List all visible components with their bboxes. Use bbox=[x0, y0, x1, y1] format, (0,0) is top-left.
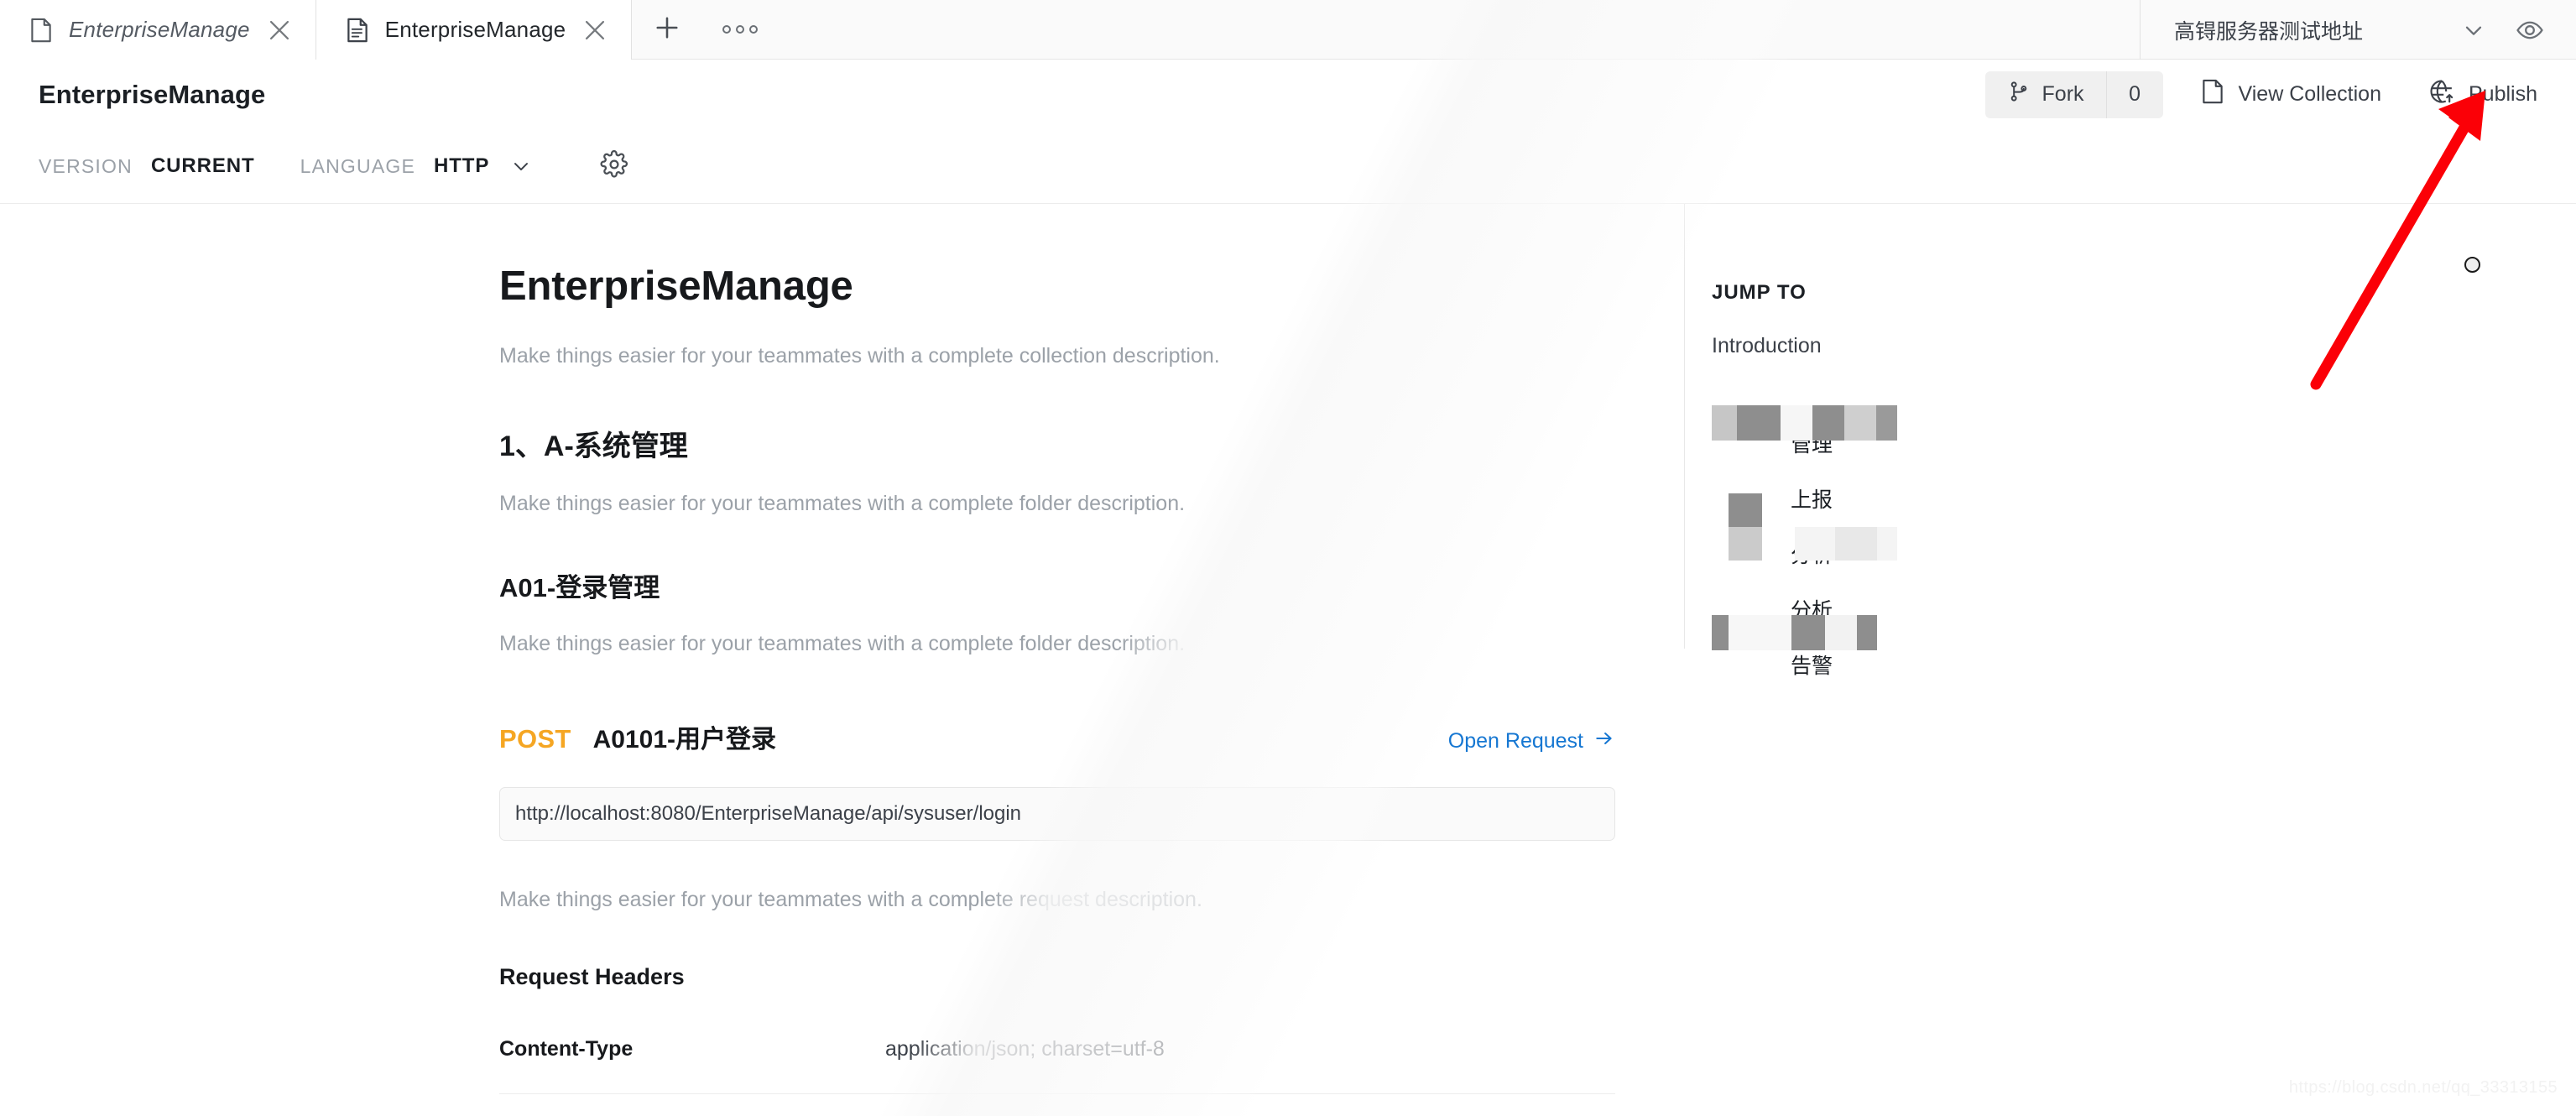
fork-count[interactable]: 0 bbox=[2106, 71, 2163, 118]
jump-to-item-1[interactable]: 管理 bbox=[1712, 416, 2299, 470]
chevron-down-icon[interactable] bbox=[2432, 17, 2516, 44]
jump-to-list: 管理 上报 分析 分析 告警 bbox=[1712, 351, 2299, 691]
arrow-right-icon bbox=[1593, 727, 1615, 755]
close-icon[interactable] bbox=[265, 16, 294, 44]
folder1-description: Make things easier for your teammates wi… bbox=[499, 492, 1615, 516]
watermark: https://blog.csdn.net/qq_33313155 bbox=[2289, 1078, 2558, 1098]
tab-enterprisemanage-active[interactable]: EnterpriseManage bbox=[316, 0, 633, 60]
sidebar-divider bbox=[1684, 204, 1685, 649]
language-value[interactable]: HTTP bbox=[434, 154, 489, 178]
request-method-badge: POST bbox=[499, 724, 571, 754]
view-collection-button[interactable]: View Collection bbox=[2200, 77, 2381, 112]
jump-to-item-label: 上报 bbox=[1791, 483, 1833, 514]
fork-icon bbox=[2007, 80, 2031, 109]
doc-title: EnterpriseManage bbox=[499, 263, 1615, 310]
more-tabs-button[interactable] bbox=[702, 0, 778, 59]
jump-to-title: JUMP TO bbox=[1712, 281, 2299, 305]
environment-selector[interactable]: 高锝服务器测试地址 bbox=[2140, 0, 2576, 60]
cursor-indicator bbox=[2464, 257, 2480, 273]
jump-to-item-2[interactable]: 上报 bbox=[1712, 472, 2299, 525]
request-url-field[interactable]: http://localhost:8080/EnterpriseManage/a… bbox=[499, 787, 1615, 841]
tab-label: EnterpriseManage bbox=[385, 17, 566, 43]
fork-label: Fork bbox=[2042, 82, 2084, 107]
jump-to-item-label: 分析 bbox=[1791, 594, 1833, 624]
gear-icon bbox=[600, 150, 628, 183]
plus-icon bbox=[652, 13, 682, 47]
fork-group: Fork 0 bbox=[1985, 71, 2163, 118]
language-label: LANGUAGE bbox=[300, 155, 415, 178]
settings-button[interactable] bbox=[600, 150, 628, 183]
documentation-body: EnterpriseManage Make things easier for … bbox=[499, 204, 1615, 1116]
document-outline-icon bbox=[2200, 77, 2225, 112]
header-key: Content-Type bbox=[499, 1037, 885, 1061]
jump-to-item-3[interactable]: 分析 bbox=[1712, 527, 2299, 581]
folder2-title: A01-登录管理 bbox=[499, 566, 1615, 604]
document-lines-icon bbox=[345, 16, 370, 44]
request-url-value: http://localhost:8080/EnterpriseManage/a… bbox=[515, 802, 1021, 826]
folder2-description: Make things easier for your teammates wi… bbox=[499, 632, 1615, 656]
fork-button[interactable]: Fork bbox=[1985, 71, 2106, 118]
jump-to-item-label: 分析 bbox=[1791, 539, 1833, 569]
page-title: EnterpriseManage bbox=[39, 80, 265, 110]
ellipsis-icon bbox=[722, 25, 758, 34]
jump-to-sidebar: JUMP TO Introduction 管理 上报 分析 分析 告警 bbox=[1684, 204, 2576, 1116]
header-value: application/json; charset=utf-8 bbox=[885, 1037, 1165, 1061]
open-request-link[interactable]: Open Request bbox=[1448, 727, 1615, 755]
jump-to-item-5[interactable]: 告警 bbox=[1712, 638, 2299, 691]
document-outline-icon bbox=[29, 16, 54, 44]
request-headers-title: Request Headers bbox=[499, 964, 1615, 990]
header-actions: Fork 0 View Collection bbox=[1985, 71, 2537, 118]
folder1-title: 1、A-系统管理 bbox=[499, 423, 1615, 464]
tab-bar-spacer bbox=[778, 0, 2140, 59]
open-request-label: Open Request bbox=[1448, 729, 1583, 754]
version-value[interactable]: CURRENT bbox=[151, 154, 255, 178]
documentation-content: EnterpriseManage Make things easier for … bbox=[0, 204, 1683, 1116]
version-label: VERSION bbox=[39, 155, 133, 178]
publish-label: Publish bbox=[2469, 82, 2537, 107]
browser-tab-bar: EnterpriseManage EnterpriseManage bbox=[0, 0, 2576, 60]
collection-meta-bar: VERSION CURRENT LANGUAGE HTTP bbox=[0, 129, 2576, 204]
request-name: A0101-用户登录 bbox=[593, 718, 776, 755]
publish-button[interactable]: Publish bbox=[2428, 78, 2537, 111]
request-description: Make things easier for your teammates wi… bbox=[499, 888, 1615, 912]
jump-to-item-label: 管理 bbox=[1791, 428, 1833, 458]
view-collection-label: View Collection bbox=[2239, 82, 2381, 107]
tab-enterprisemanage-preview[interactable]: EnterpriseManage bbox=[0, 0, 316, 60]
jump-to-item-4[interactable]: 分析 bbox=[1712, 582, 2299, 636]
collection-description: Make things easier for your teammates wi… bbox=[499, 341, 1615, 373]
globe-upload-icon bbox=[2428, 78, 2455, 111]
jump-to-item-label: 告警 bbox=[1791, 649, 1833, 680]
tab-label: EnterpriseManage bbox=[69, 17, 250, 43]
table-row: Content-Type application/json; charset=u… bbox=[499, 1037, 1615, 1094]
eye-icon[interactable] bbox=[2516, 16, 2576, 44]
jump-to-header: JUMP TO Introduction bbox=[1712, 281, 2299, 358]
environment-name: 高锝服务器测试地址 bbox=[2174, 15, 2363, 45]
close-icon[interactable] bbox=[581, 16, 609, 44]
collection-header: EnterpriseManage Fork 0 bbox=[0, 60, 2576, 129]
new-tab-button[interactable] bbox=[632, 0, 702, 59]
postman-documentation-window: EnterpriseManage EnterpriseManage bbox=[0, 0, 2576, 1116]
chevron-down-icon[interactable] bbox=[509, 154, 533, 178]
request-header-row: POST A0101-用户登录 Open Request bbox=[499, 718, 1615, 755]
